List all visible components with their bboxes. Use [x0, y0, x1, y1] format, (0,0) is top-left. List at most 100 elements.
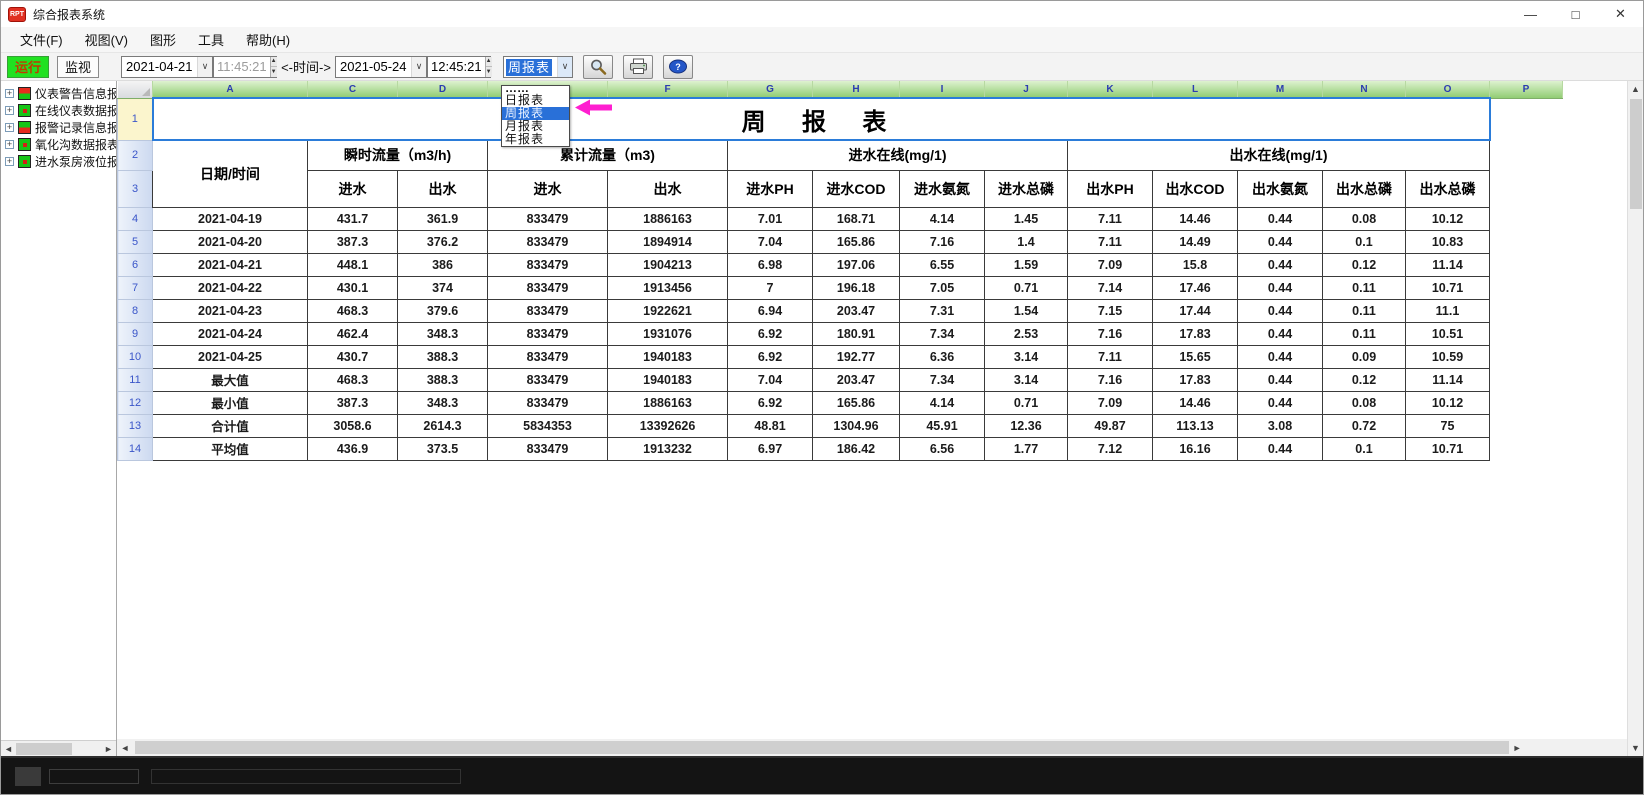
data-cell[interactable]: 2021-04-22 — [153, 276, 308, 299]
data-cell[interactable]: 10.71 — [1406, 437, 1490, 460]
data-cell[interactable]: 1.45 — [985, 207, 1068, 230]
data-cell[interactable]: 0.44 — [1238, 368, 1323, 391]
data-cell[interactable]: 7.11 — [1068, 345, 1153, 368]
data-cell[interactable]: 3.14 — [985, 345, 1068, 368]
data-cell[interactable]: 0.44 — [1238, 253, 1323, 276]
data-cell[interactable]: 6.92 — [728, 391, 813, 414]
data-cell[interactable]: 6.98 — [728, 253, 813, 276]
row-number[interactable]: 10 — [118, 345, 153, 368]
menu-item[interactable]: 视图(V) — [74, 27, 139, 52]
data-cell[interactable]: 468.3 — [308, 368, 398, 391]
end-date-combobox[interactable]: 2021-05-24 ∨ — [335, 56, 427, 78]
data-cell[interactable]: 1913456 — [608, 276, 728, 299]
data-cell[interactable]: 186.42 — [813, 437, 900, 460]
row-number[interactable]: 14 — [118, 437, 153, 460]
data-cell[interactable]: 348.3 — [398, 322, 488, 345]
menu-item[interactable]: 工具 — [187, 27, 235, 52]
data-cell[interactable]: 1886163 — [608, 391, 728, 414]
data-cell[interactable]: 387.3 — [308, 230, 398, 253]
report-title-cell[interactable]: 周 报 表 — [153, 98, 1490, 140]
data-cell[interactable]: 373.5 — [398, 437, 488, 460]
start-date-combobox[interactable]: 2021-04-21 ∨ — [121, 56, 213, 78]
data-cell[interactable]: 388.3 — [398, 368, 488, 391]
data-cell[interactable]: 49.87 — [1068, 414, 1153, 437]
spin-up-icon[interactable]: ▲ — [486, 57, 492, 68]
data-cell[interactable]: 48.81 — [728, 414, 813, 437]
data-cell[interactable]: 168.71 — [813, 207, 900, 230]
data-cell[interactable]: 合计值 — [153, 414, 308, 437]
empty-cell[interactable] — [1490, 437, 1563, 460]
data-cell[interactable]: 374 — [398, 276, 488, 299]
data-cell[interactable]: 7.15 — [1068, 299, 1153, 322]
scroll-right-icon[interactable]: ► — [101, 744, 116, 754]
data-cell[interactable]: 10.59 — [1406, 345, 1490, 368]
data-cell[interactable]: 0.11 — [1323, 322, 1406, 345]
data-cell[interactable]: 0.44 — [1238, 299, 1323, 322]
column-header[interactable]: C — [308, 81, 398, 98]
data-cell[interactable]: 430.7 — [308, 345, 398, 368]
data-cell[interactable]: 7.04 — [728, 368, 813, 391]
header-cell[interactable]: 出水氨氮 — [1238, 170, 1323, 207]
data-cell[interactable]: 1.4 — [985, 230, 1068, 253]
data-cell[interactable]: 833479 — [488, 368, 608, 391]
header-group-cell[interactable]: 进水在线(mg/1) — [728, 140, 1068, 170]
data-cell[interactable]: 0.44 — [1238, 437, 1323, 460]
data-cell[interactable]: 379.6 — [398, 299, 488, 322]
monitor-button[interactable]: 监视 — [57, 56, 99, 78]
expand-plus-icon[interactable]: + — [5, 123, 14, 132]
data-cell[interactable]: 0.08 — [1323, 207, 1406, 230]
data-cell[interactable]: 0.44 — [1238, 345, 1323, 368]
header-cell[interactable]: 出水 — [398, 170, 488, 207]
header-cell[interactable]: 进水氨氮 — [900, 170, 985, 207]
header-cell[interactable]: 进水 — [308, 170, 398, 207]
column-header[interactable]: I — [900, 81, 985, 98]
row-number[interactable]: 12 — [118, 391, 153, 414]
data-cell[interactable]: 2021-04-23 — [153, 299, 308, 322]
data-cell[interactable]: 6.56 — [900, 437, 985, 460]
spin-up-icon[interactable]: ▲ — [271, 57, 277, 68]
column-header[interactable]: M — [1238, 81, 1323, 98]
tree-item[interactable]: +仪表警告信息报 — [5, 85, 116, 102]
empty-cell[interactable] — [1490, 276, 1563, 299]
data-cell[interactable]: 468.3 — [308, 299, 398, 322]
expand-plus-icon[interactable]: + — [5, 106, 14, 115]
data-cell[interactable]: 0.44 — [1238, 207, 1323, 230]
data-cell[interactable]: 833479 — [488, 276, 608, 299]
data-cell[interactable]: 0.08 — [1323, 391, 1406, 414]
data-cell[interactable]: 7.16 — [1068, 322, 1153, 345]
menu-item[interactable]: 文件(F) — [9, 27, 74, 52]
header-group-cell[interactable]: 出水在线(mg/1) — [1068, 140, 1490, 170]
data-cell[interactable]: 1.77 — [985, 437, 1068, 460]
data-cell[interactable]: 0.11 — [1323, 299, 1406, 322]
data-cell[interactable]: 14.46 — [1153, 391, 1238, 414]
data-cell[interactable]: 16.16 — [1153, 437, 1238, 460]
data-cell[interactable]: 1.54 — [985, 299, 1068, 322]
column-header[interactable]: G — [728, 81, 813, 98]
data-cell[interactable]: 431.7 — [308, 207, 398, 230]
data-cell[interactable]: 1913232 — [608, 437, 728, 460]
data-cell[interactable]: 1894914 — [608, 230, 728, 253]
run-button[interactable]: 运行 — [7, 56, 49, 78]
data-cell[interactable]: 0.1 — [1323, 437, 1406, 460]
data-cell[interactable]: 1940183 — [608, 345, 728, 368]
data-cell[interactable]: 388.3 — [398, 345, 488, 368]
data-cell[interactable]: 45.91 — [900, 414, 985, 437]
help-button[interactable]: ? — [663, 55, 693, 79]
data-cell[interactable]: 7.14 — [1068, 276, 1153, 299]
data-cell[interactable]: 197.06 — [813, 253, 900, 276]
row-number[interactable]: 2 — [118, 140, 153, 170]
data-cell[interactable]: 448.1 — [308, 253, 398, 276]
data-cell[interactable]: 833479 — [488, 253, 608, 276]
data-cell[interactable]: 7.34 — [900, 322, 985, 345]
empty-cell[interactable] — [1490, 299, 1563, 322]
data-cell[interactable]: 0.71 — [985, 391, 1068, 414]
data-cell[interactable]: 7.01 — [728, 207, 813, 230]
data-cell[interactable]: 833479 — [488, 299, 608, 322]
data-cell[interactable]: 7.09 — [1068, 391, 1153, 414]
row-number[interactable]: 5 — [118, 230, 153, 253]
start-time-spinner[interactable]: 11:45:21 ▲ ▼ — [213, 56, 277, 78]
row-number[interactable]: 4 — [118, 207, 153, 230]
data-cell[interactable]: 6.55 — [900, 253, 985, 276]
column-header[interactable]: J — [985, 81, 1068, 98]
data-cell[interactable]: 17.83 — [1153, 322, 1238, 345]
